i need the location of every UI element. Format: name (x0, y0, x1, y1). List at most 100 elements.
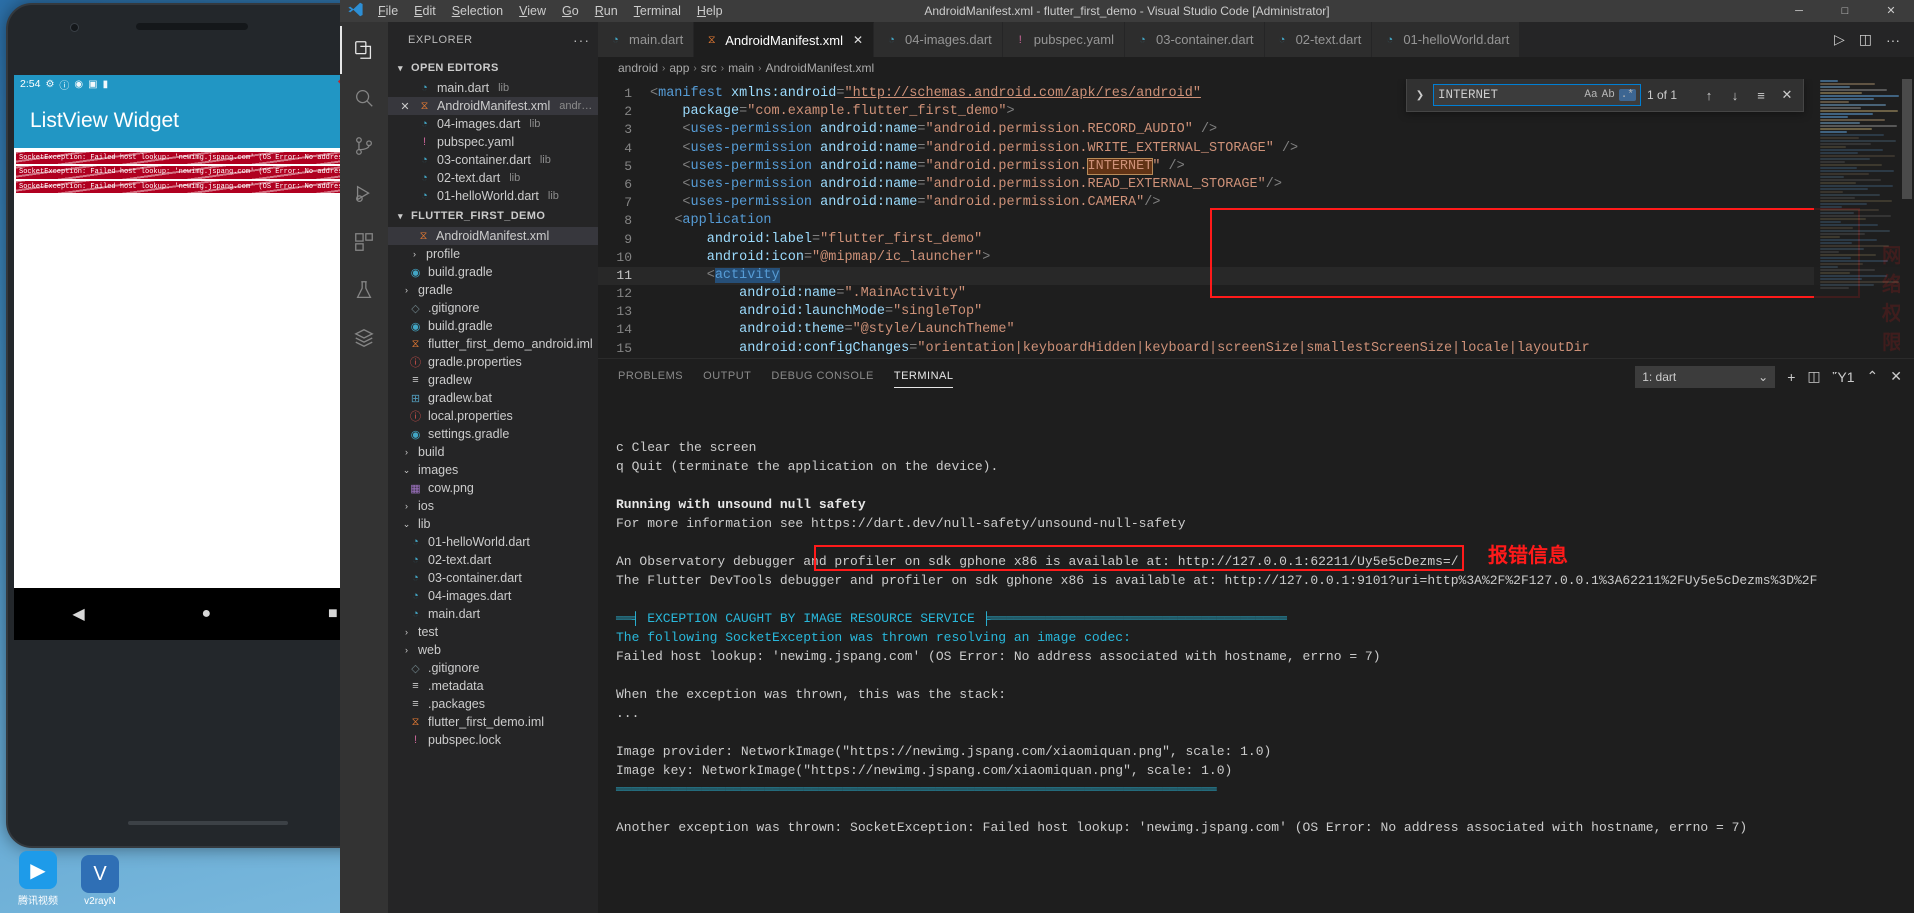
line-text[interactable]: <activity (650, 267, 1914, 285)
close-button[interactable]: ✕ (1868, 0, 1914, 22)
desktop-icon-tencent-video[interactable]: ▶ 腾讯视频 (6, 851, 70, 907)
open-editor-item[interactable]: ◔ 01-helloWorld.dart lib (388, 187, 598, 205)
emulator-screen[interactable]: 2:54 ⚙ ⓘ ◉ ▣ ▮ ListView Widget DEBUG Soc… (14, 75, 396, 588)
tree-file[interactable]: ⧖ flutter_first_demo_android.iml (388, 335, 598, 353)
code-line[interactable]: 7 <uses-permission android:name="android… (598, 194, 1914, 212)
open-editor-item[interactable]: ◔ 04-images.dart lib (388, 115, 598, 133)
find-input[interactable]: INTERNET Aa Ab .* (1433, 84, 1641, 106)
close-icon[interactable]: ✕ (853, 33, 863, 47)
chevron-right-icon[interactable]: › (400, 501, 413, 511)
run-file-icon[interactable]: ▷ (1834, 31, 1845, 48)
maximize-button[interactable]: □ (1822, 0, 1868, 22)
menu-help[interactable]: Help (689, 0, 731, 22)
menu-bar[interactable]: File Edit Selection View Go Run Terminal Help (370, 0, 731, 22)
menu-file[interactable]: File (370, 0, 406, 22)
breadcrumb[interactable]: android › app › src › main › AndroidManifest.xml (598, 57, 1914, 79)
new-terminal-icon[interactable]: + (1787, 369, 1795, 385)
project-header[interactable]: ▾ FLUTTER_FIRST_DEMO (388, 205, 598, 227)
open-editor-item[interactable]: ! pubspec.yaml (388, 133, 598, 151)
code-line[interactable]: 11 <activity (598, 266, 1914, 286)
chevron-right-icon[interactable]: › (400, 645, 413, 655)
code-line[interactable]: 6 <uses-permission android:name="android… (598, 176, 1914, 194)
search-icon[interactable] (340, 74, 388, 122)
tree-file[interactable]: ⓘ local.properties (388, 407, 598, 425)
tree-file[interactable]: ≡ .packages (388, 695, 598, 713)
whole-word-icon[interactable]: Ab (1602, 89, 1615, 101)
tree-folder[interactable]: › web (388, 641, 598, 659)
terminal-output[interactable]: c Clear the screen q Quit (terminate the … (598, 394, 1914, 913)
code-line[interactable]: 12 android:name=".MainActivity" (598, 285, 1914, 303)
tree-file[interactable]: ◉ build.gradle (388, 317, 598, 335)
chevron-right-icon[interactable]: › (400, 447, 413, 457)
tree-folder[interactable]: › build (388, 443, 598, 461)
find-next-icon[interactable]: ↓ (1725, 88, 1745, 103)
code-line[interactable]: 14 android:theme="@style/LaunchTheme" (598, 321, 1914, 339)
find-close-icon[interactable]: ✕ (1777, 87, 1797, 103)
kill-terminal-icon[interactable]: Ὕ1 (1833, 369, 1855, 385)
open-editor-item[interactable]: ◔ main.dart lib (388, 79, 598, 97)
code-line[interactable]: 15 android:configChanges="orientation|ke… (598, 340, 1914, 358)
line-text[interactable]: <application (650, 212, 1914, 230)
sidebar-more-icon[interactable]: ··· (573, 32, 590, 48)
desktop-icon-v2rayn[interactable]: V v2rayN (68, 855, 132, 907)
line-text[interactable]: android:theme="@style/LaunchTheme" (650, 321, 1914, 339)
menu-terminal[interactable]: Terminal (626, 0, 689, 22)
panel-tab-output[interactable]: OUTPUT (703, 359, 751, 394)
terminal-selector[interactable]: 1: dart ⌄ (1635, 365, 1776, 388)
menu-edit[interactable]: Edit (406, 0, 444, 22)
panel-actions[interactable]: 1: dart ⌄ + ◫ Ὕ1 ⌃ ✕ (1635, 365, 1914, 388)
code-line[interactable]: 4 <uses-permission android:name="android… (598, 140, 1914, 158)
code-content[interactable]: 1 <manifest xmlns:android="http://schemas… (598, 79, 1914, 358)
tree-file[interactable]: ⧖ flutter_first_demo.iml (388, 713, 598, 731)
code-line[interactable]: 3 <uses-permission android:name="android… (598, 121, 1914, 139)
maximize-panel-icon[interactable]: ⌃ (1867, 368, 1879, 385)
tree-file[interactable]: ≡ .metadata (388, 677, 598, 695)
code-line[interactable]: 13 android:launchMode="singleTop" (598, 303, 1914, 321)
activity-bar[interactable] (340, 22, 388, 913)
line-text[interactable]: <uses-permission android:name="android.p… (650, 121, 1914, 139)
open-editors-header[interactable]: ▾ OPEN EDITORS (388, 57, 598, 79)
code-line[interactable]: 10 android:icon="@mipmap/ic_launcher"> (598, 249, 1914, 267)
line-text[interactable]: <uses-permission android:name="android.p… (650, 140, 1914, 158)
tree-folder[interactable]: › gradle (388, 281, 598, 299)
tree-file[interactable]: ! pubspec.lock (388, 731, 598, 749)
chevron-right-icon[interactable]: › (400, 627, 413, 637)
editor-area[interactable]: ◔ main.dart ⧖ AndroidManifest.xml ✕ ◔ 04-image… (598, 22, 1914, 913)
side-bar[interactable]: EXPLORER ··· ▾ OPEN EDITORS ◔ main.dart li… (388, 22, 598, 913)
breadcrumb-item[interactable]: android (618, 61, 658, 75)
panel-tab-debug-console[interactable]: DEBUG CONSOLE (771, 359, 873, 394)
tree-file[interactable]: ◔ 02-text.dart (388, 551, 598, 569)
source-control-icon[interactable] (340, 122, 388, 170)
extensions-icon[interactable] (340, 218, 388, 266)
panel-tab-problems[interactable]: PROBLEMS (618, 359, 683, 394)
tree-file[interactable]: ◔ 01-helloWorld.dart (388, 533, 598, 551)
panel-tab-terminal[interactable]: TERMINAL (893, 359, 954, 394)
tree-file[interactable]: ◇ .gitignore (388, 659, 598, 677)
close-icon[interactable]: ✕ (398, 100, 412, 113)
breadcrumb-item[interactable]: app (669, 61, 689, 75)
tree-file[interactable]: ◉ settings.gradle (388, 425, 598, 443)
line-text[interactable]: <uses-permission android:name="android.p… (650, 157, 1914, 176)
tree-folder[interactable]: › ios (388, 497, 598, 515)
tree-file[interactable]: ⧖ AndroidManifest.xml (388, 227, 598, 245)
code-line[interactable]: 5 <uses-permission android:name="android… (598, 157, 1914, 176)
editor-tab[interactable]: ! pubspec.yaml (1002, 22, 1125, 57)
android-nav-bar[interactable]: ◀ ● ■ (14, 588, 396, 640)
tree-folder[interactable]: › profile (388, 245, 598, 263)
line-text[interactable]: <uses-permission android:name="android.p… (650, 194, 1914, 212)
bottom-panel[interactable]: PROBLEMS OUTPUT DEBUG CONSOLE TERMINAL 1: da… (598, 358, 1914, 913)
open-editor-item[interactable]: ◔ 02-text.dart lib (388, 169, 598, 187)
tree-file[interactable]: ⓘ gradle.properties (388, 353, 598, 371)
breadcrumb-item[interactable]: src (701, 61, 717, 75)
project-file-list[interactable]: ⧖ AndroidManifest.xml › profile ◉ build.gradl… (388, 227, 598, 749)
code-editor[interactable]: 1 <manifest xmlns:android="http://schemas… (598, 79, 1914, 358)
menu-run[interactable]: Run (587, 0, 626, 22)
line-text[interactable]: android:icon="@mipmap/ic_launcher"> (650, 249, 1914, 267)
vscode-window[interactable]: File Edit Selection View Go Run Terminal Help A… (340, 0, 1914, 913)
line-text[interactable]: android:launchMode="singleTop" (650, 303, 1914, 321)
menu-view[interactable]: View (511, 0, 554, 22)
menu-go[interactable]: Go (554, 0, 587, 22)
split-terminal-icon[interactable]: ◫ (1807, 368, 1820, 385)
split-editor-icon[interactable]: ◫ (1859, 31, 1872, 48)
minimize-button[interactable]: ─ (1776, 0, 1822, 22)
